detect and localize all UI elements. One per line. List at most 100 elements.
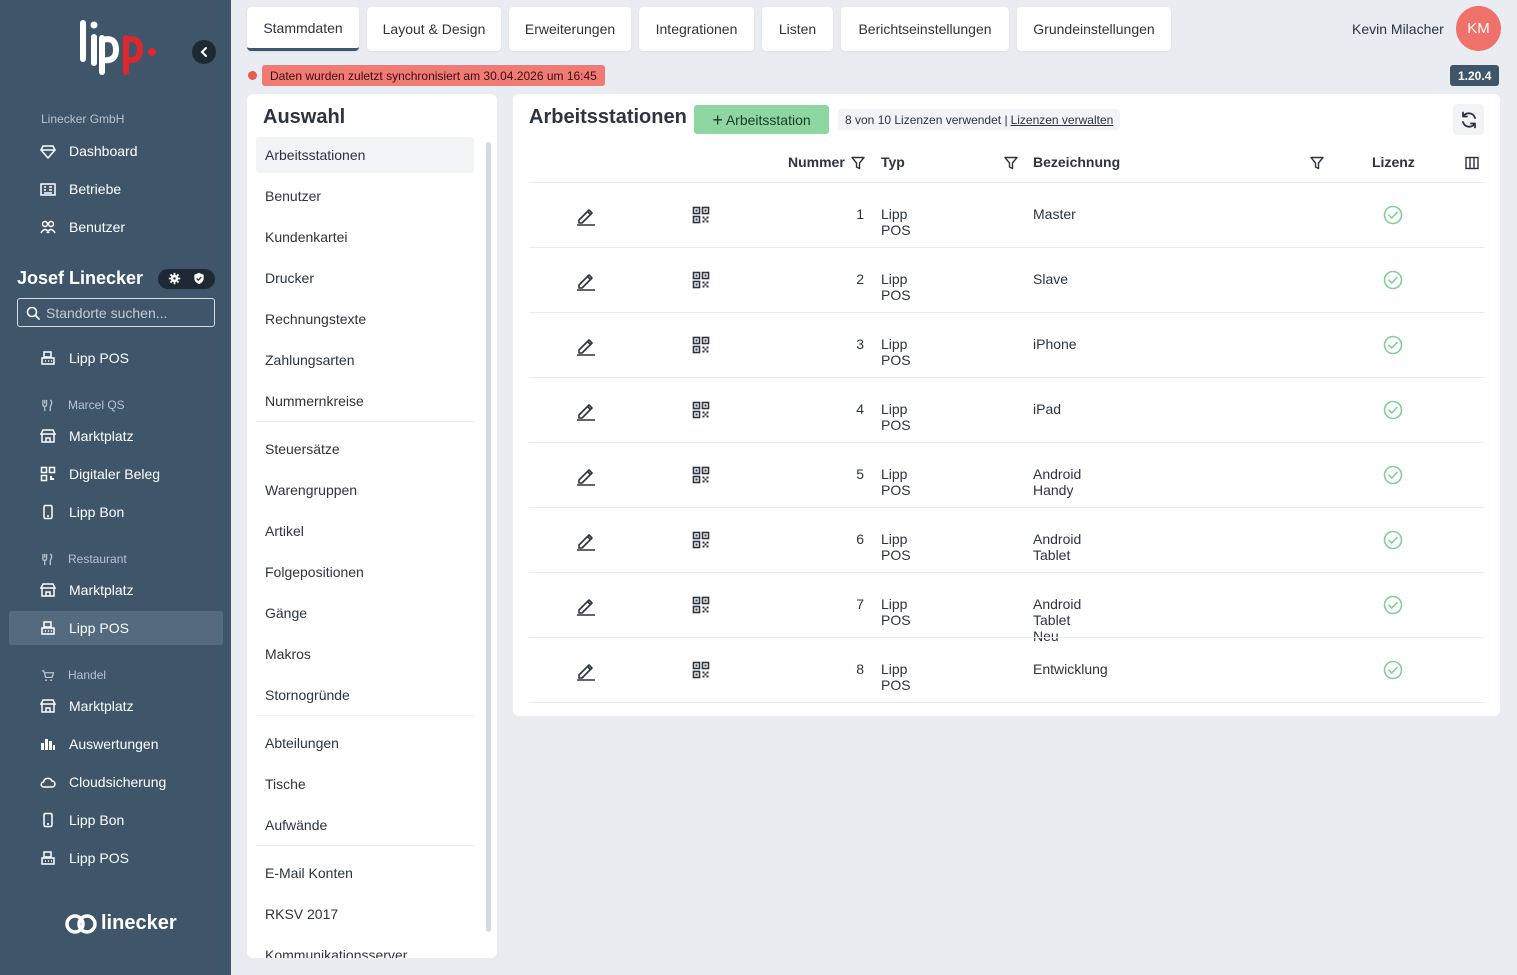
manage-licenses-link[interactable]: Lizenzen verwalten: [1011, 113, 1114, 127]
sidebar-item-lipp-bon-2[interactable]: Lipp Bon: [9, 803, 223, 837]
column-header-typ[interactable]: Typ: [881, 154, 905, 170]
tab-listen[interactable]: Listen: [762, 7, 833, 51]
refresh-button[interactable]: [1453, 104, 1484, 135]
location-search-input[interactable]: [46, 304, 206, 321]
sidebar-item-auswertungen[interactable]: Auswertungen: [9, 727, 223, 761]
columns-icon[interactable]: [1465, 156, 1479, 170]
shield-icon[interactable]: [193, 272, 205, 285]
selection-item[interactable]: Steuersätze: [256, 431, 474, 467]
location-user-name: Josef Linecker: [17, 268, 144, 288]
edit-button[interactable]: [575, 529, 597, 551]
selection-item[interactable]: Makros: [256, 636, 474, 672]
tab-stammdaten[interactable]: Stammdaten: [247, 7, 359, 51]
sidebar-item-lipp-pos[interactable]: Lipp POS: [9, 341, 223, 375]
qr-code-button[interactable]: [690, 594, 712, 616]
sidebar-item-marktplatz-3[interactable]: Marktplatz: [9, 689, 223, 723]
qr-code-button[interactable]: [690, 529, 712, 551]
selection-item[interactable]: Benutzer: [256, 178, 474, 214]
search-icon: [26, 306, 40, 320]
qr-code-button[interactable]: [690, 334, 712, 356]
selection-item[interactable]: Artikel: [256, 513, 474, 549]
tab-grundeinstellungen[interactable]: Grundeinstellungen: [1017, 7, 1171, 51]
check-circle-icon: [1383, 465, 1403, 484]
company-label: Linecker GmbH: [41, 112, 125, 126]
filter-icon[interactable]: [1310, 156, 1324, 170]
selection-item[interactable]: Kommunikationsserver: [256, 937, 474, 958]
cell-nummer: 8: [856, 660, 864, 677]
column-header-bezeichnung[interactable]: Bezeichnung: [1033, 154, 1120, 170]
register-icon: [41, 851, 55, 865]
selection-divider: [256, 421, 474, 422]
sidebar-item-betriebe[interactable]: Betriebe: [9, 172, 223, 206]
pencil-icon: [577, 533, 595, 551]
selection-item[interactable]: Aufwände: [256, 807, 474, 843]
selection-item[interactable]: Kundenkartei: [256, 219, 474, 255]
selection-item[interactable]: Arbeitsstationen: [256, 137, 474, 173]
location-search[interactable]: [17, 298, 215, 327]
group-label-marcel-qs: Marcel QS: [41, 398, 125, 412]
qr-icon: [692, 206, 710, 223]
edit-button[interactable]: [575, 399, 597, 421]
sidebar-item-dashboard[interactable]: Dashboard: [9, 134, 223, 168]
tab-erweiterungen[interactable]: Erweiterungen: [509, 7, 631, 51]
sidebar-item-digitaler-beleg[interactable]: Digitaler Beleg: [9, 457, 223, 491]
check-circle-icon: [1383, 660, 1403, 679]
qr-code-button[interactable]: [690, 269, 712, 291]
selection-item[interactable]: Folgepositionen: [256, 554, 474, 590]
tab-berichtseinstellungen[interactable]: Berichtseinstellungen: [841, 7, 1009, 51]
qr-code-button[interactable]: [690, 204, 712, 226]
selection-item[interactable]: E-Mail Konten: [256, 855, 474, 891]
lipp-logo[interactable]: [78, 18, 158, 80]
add-workstation-button[interactable]: + Arbeitsstation: [694, 105, 829, 134]
cutlery-icon: [42, 398, 53, 411]
edit-button[interactable]: [575, 594, 597, 616]
sidebar-item-marktplatz-2[interactable]: Marktplatz: [9, 573, 223, 607]
selection-item[interactable]: Drucker: [256, 260, 474, 296]
selection-item[interactable]: Warengruppen: [256, 472, 474, 508]
qr-icon: [692, 466, 710, 483]
license-info: 8 von 10 Lizenzen verwendet | Lizenzen v…: [838, 109, 1121, 130]
pencil-icon: [577, 598, 595, 616]
tab-integrationen[interactable]: Integrationen: [639, 7, 754, 51]
qr-code-button[interactable]: [690, 464, 712, 486]
column-header-lizenz[interactable]: Lizenz: [1372, 154, 1415, 170]
edit-button[interactable]: [575, 464, 597, 486]
row-divider: [529, 507, 1484, 508]
filter-icon[interactable]: [1004, 156, 1018, 170]
cloud-icon: [40, 777, 56, 788]
edit-button[interactable]: [575, 269, 597, 291]
column-header-nummer[interactable]: Nummer: [788, 154, 845, 170]
filter-icon[interactable]: [851, 156, 865, 170]
selection-scrollbar[interactable]: [486, 142, 491, 932]
cell-typ: Lipp POS: [881, 270, 911, 303]
cell-typ: Lipp POS: [881, 595, 911, 628]
selection-item[interactable]: Abteilungen: [256, 725, 474, 761]
selection-item[interactable]: Stornogründe: [256, 677, 474, 713]
gear-icon[interactable]: [168, 272, 181, 285]
edit-button[interactable]: [575, 334, 597, 356]
sidebar-item-cloudsicherung[interactable]: Cloudsicherung: [9, 765, 223, 799]
selection-item[interactable]: Rechnungstexte: [256, 301, 474, 337]
sidebar-item-lipp-pos-handel[interactable]: Lipp POS: [9, 841, 223, 875]
sidebar-item-benutzer[interactable]: Benutzer: [9, 210, 223, 244]
pencil-icon: [577, 208, 595, 226]
selection-item[interactable]: Tische: [256, 766, 474, 802]
qr-code-button[interactable]: [690, 399, 712, 421]
avatar[interactable]: KM: [1456, 6, 1501, 51]
selection-item[interactable]: Zahlungsarten: [256, 342, 474, 378]
edit-button[interactable]: [575, 659, 597, 681]
row-divider: [529, 702, 1484, 703]
location-user-header: Josef Linecker: [17, 268, 215, 289]
collapse-sidebar-button[interactable]: [192, 40, 216, 64]
selection-item[interactable]: RKSV 2017: [256, 896, 474, 932]
sidebar-item-lipp-pos-restaurant[interactable]: Lipp POS: [9, 611, 223, 645]
selection-item[interactable]: Nummernkreise: [256, 383, 474, 419]
tab-layout-design[interactable]: Layout & Design: [367, 7, 501, 51]
sidebar-item-marktplatz-1[interactable]: Marktplatz: [9, 419, 223, 453]
qr-code-button[interactable]: [690, 659, 712, 681]
bar-chart-icon: [41, 739, 55, 750]
sidebar-item-lipp-bon-1[interactable]: Lipp Bon: [9, 495, 223, 529]
edit-button[interactable]: [575, 204, 597, 226]
selection-item[interactable]: Gänge: [256, 595, 474, 631]
linecker-logo: linecker: [65, 912, 177, 935]
